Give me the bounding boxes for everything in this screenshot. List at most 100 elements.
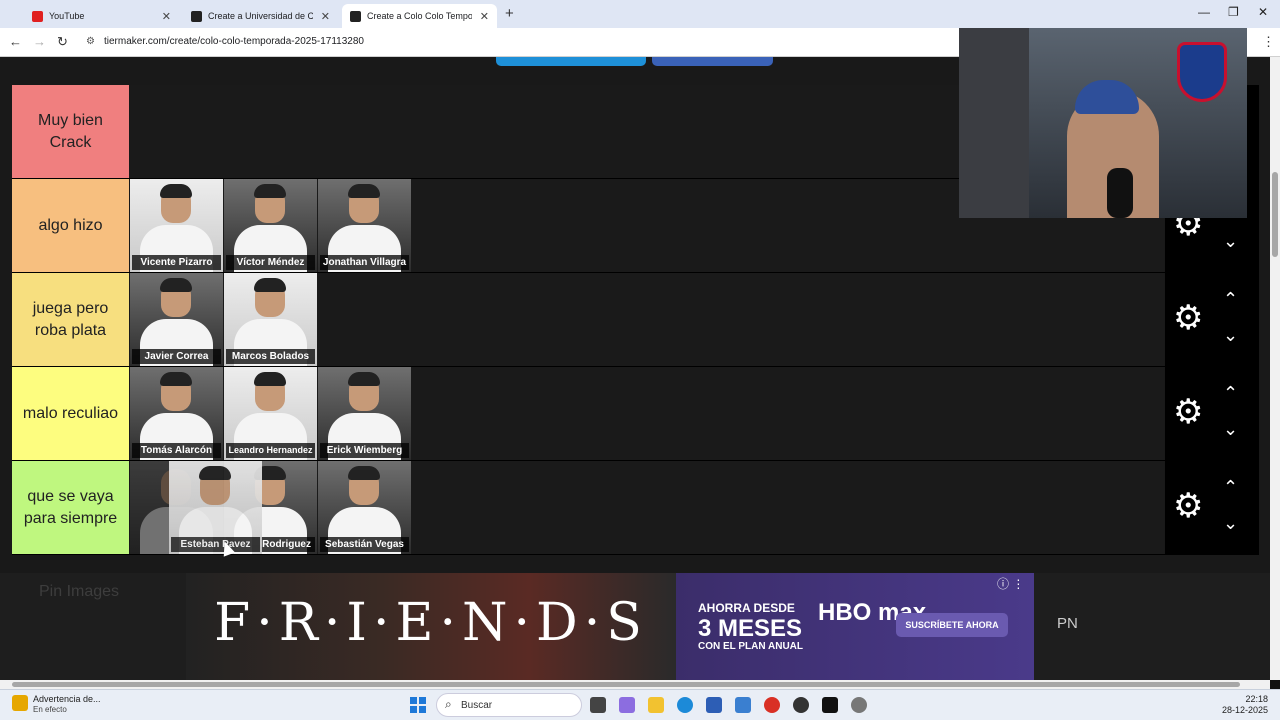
ad-banner: Pin Images F·R·I·E·N·D·S AHORRA DESDE 3 … — [0, 573, 1270, 680]
player-photo — [254, 278, 286, 292]
taskbar-search[interactable]: ⌕ Buscar — [436, 693, 582, 717]
back-icon[interactable]: ← — [9, 34, 22, 49]
warning-icon[interactable] — [12, 695, 28, 711]
ad-info-icon[interactable]: ⓘ ⋮ — [997, 575, 1024, 592]
top-button-2[interactable] — [652, 57, 773, 66]
settings-icon[interactable] — [851, 697, 867, 713]
player-name: Vicente Pizarro — [132, 255, 221, 270]
file-explorer-icon[interactable] — [648, 697, 664, 713]
ad-text: AHORRA DESDE — [698, 601, 795, 615]
gear-icon[interactable]: ⚙ — [1173, 489, 1203, 523]
close-icon[interactable]: ✕ — [162, 10, 171, 23]
player-photo — [199, 466, 231, 480]
friends-ad[interactable]: F·R·I·E·N·D·S — [186, 573, 676, 680]
tab-universidad[interactable]: Create a Universidad de Chile T ✕ — [183, 4, 338, 28]
dragged-player-card[interactable]: Esteban Pavez — [169, 461, 262, 554]
tab-colo-colo[interactable]: Create a Colo Colo Temporada ✕ — [342, 4, 497, 28]
pin-images-label[interactable]: Pin Images — [39, 583, 119, 601]
player-card[interactable]: Vicente Pizarro — [130, 179, 223, 272]
task-view-icon[interactable] — [590, 697, 606, 713]
tier-items[interactable]: Javier Correa Marcos Bolados — [130, 273, 1164, 366]
gear-icon[interactable]: ⚙ — [1173, 301, 1203, 335]
forward-icon[interactable]: → — [33, 34, 46, 49]
gear-icon[interactable]: ⚙ — [1173, 395, 1203, 429]
player-card[interactable]: Marcos Bolados — [224, 273, 317, 366]
tier-label[interactable]: malo reculiao — [12, 367, 129, 460]
restore-icon[interactable]: ❐ — [1228, 5, 1239, 19]
player-card[interactable]: Sebastián Vegas — [318, 461, 411, 554]
tier-row: juega pero roba plata Javier Correa Marc… — [12, 273, 1259, 367]
new-tab-icon[interactable]: + — [505, 5, 514, 22]
scroll-thumb[interactable] — [1272, 172, 1278, 257]
tier-row: que se vaya para siempre Rodriguez Sebas… — [12, 461, 1259, 555]
player-card[interactable]: Jonathan Villagra — [318, 179, 411, 272]
store-icon[interactable] — [706, 697, 722, 713]
streamer-cap — [1075, 80, 1139, 114]
webcam-background — [959, 28, 1029, 218]
player-card[interactable]: Víctor Méndez — [224, 179, 317, 272]
vertical-scrollbar[interactable] — [1270, 57, 1280, 680]
notice-title[interactable]: Advertencia de... — [33, 694, 101, 704]
tab-label: Create a Colo Colo Temporada — [367, 11, 472, 21]
player-photo — [160, 278, 192, 292]
subscribe-button[interactable]: SUSCRÍBETE AHORA — [896, 613, 1008, 637]
menu-icon[interactable]: ⋮ — [1262, 34, 1275, 50]
tab-label: YouTube — [49, 11, 85, 21]
tab-youtube[interactable]: YouTube ✕ — [24, 4, 179, 28]
player-photo — [254, 184, 286, 198]
tier-items[interactable]: Tomás Alarcón Leandro Hernandez Erick Wi… — [130, 367, 1164, 460]
mail-icon[interactable] — [735, 697, 751, 713]
tier-controls: ⌃ ⚙ ⌄ — [1165, 461, 1259, 554]
player-photo — [160, 184, 192, 198]
chevron-up-icon[interactable]: ⌃ — [1223, 477, 1238, 498]
tab-bar: YouTube ✕ Create a Universidad de Chile … — [0, 0, 1280, 28]
url-field[interactable]: tiermaker.com/create/colo-colo-temporada… — [104, 36, 364, 47]
chevron-down-icon[interactable]: ⌄ — [1223, 419, 1238, 440]
scroll-thumb[interactable] — [12, 682, 1240, 687]
tier-controls: ⌃ ⚙ ⌄ — [1165, 273, 1259, 366]
close-icon[interactable]: ✕ — [321, 10, 330, 23]
chevron-up-icon[interactable]: ⌃ — [1223, 289, 1238, 310]
player-name: Erick Wiemberg — [320, 443, 409, 458]
chevron-down-icon[interactable]: ⌄ — [1223, 231, 1238, 252]
tier-label[interactable]: Muy bien Crack — [12, 85, 129, 178]
player-card[interactable]: Erick Wiemberg — [318, 367, 411, 460]
tier-label[interactable]: que se vaya para siempre — [12, 461, 129, 554]
reload-icon[interactable]: ↻ — [57, 34, 68, 50]
clock-time[interactable]: 22:18 — [1232, 694, 1268, 704]
close-icon[interactable]: ✕ — [480, 10, 489, 23]
tier-label[interactable]: juega pero roba plata — [12, 273, 129, 366]
ad-text: 3 MESES — [698, 615, 803, 642]
minimize-icon[interactable]: — — [1198, 5, 1210, 19]
top-button-1[interactable] — [496, 57, 646, 66]
windows-start-icon[interactable] — [410, 697, 426, 713]
horizontal-scrollbar[interactable] — [0, 680, 1270, 689]
player-photo — [348, 372, 380, 386]
hbo-ad[interactable]: AHORRA DESDE 3 MESES CON EL PLAN ANUAL H… — [676, 573, 1034, 680]
player-card[interactable]: Tomás Alarcón — [130, 367, 223, 460]
chevron-down-icon[interactable]: ⌄ — [1223, 325, 1238, 346]
player-photo — [348, 184, 380, 198]
friends-logo: F·R·I·E·N·D·S — [214, 593, 648, 653]
player-name: Leandro Hernandez — [226, 443, 315, 458]
search-placeholder: Buscar — [461, 700, 493, 711]
tiermaker-icon — [191, 10, 202, 22]
edge-icon[interactable] — [677, 697, 693, 713]
chevron-down-icon[interactable]: ⌄ — [1223, 513, 1238, 534]
tiktok-icon[interactable] — [822, 697, 838, 713]
player-card[interactable]: Javier Correa — [130, 273, 223, 366]
tier-items[interactable]: Rodriguez Sebastián Vegas Esteban Pavez — [130, 461, 1164, 554]
tier-label[interactable]: algo hizo — [12, 179, 129, 272]
tiermaker-icon — [350, 10, 361, 22]
clock-date[interactable]: 28-12-2025 — [1220, 705, 1268, 715]
player-name: Javier Correa — [132, 349, 221, 364]
obs-icon[interactable] — [793, 697, 809, 713]
webcam-overlay — [959, 28, 1247, 218]
close-window-icon[interactable]: ✕ — [1258, 5, 1268, 19]
copilot-icon[interactable] — [619, 697, 635, 713]
chevron-up-icon[interactable]: ⌃ — [1223, 383, 1238, 404]
site-info-icon[interactable]: ⚙ — [86, 36, 95, 47]
chrome-icon[interactable] — [764, 697, 780, 713]
player-card[interactable]: Leandro Hernandez — [224, 367, 317, 460]
tab-label: Create a Universidad de Chile T — [208, 11, 313, 21]
